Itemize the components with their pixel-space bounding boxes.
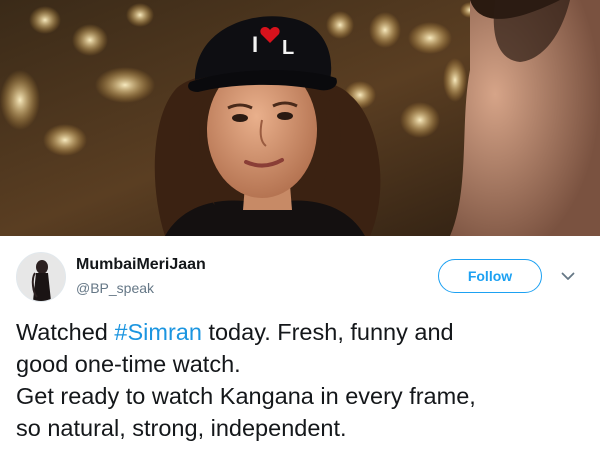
tweet-text: Watched #Simran today. Fresh, funny and … <box>16 316 591 444</box>
tweet-text-line-2: good one-time watch. <box>16 351 241 377</box>
avatar-image <box>17 253 65 301</box>
movie-still-image: I L <box>0 0 600 236</box>
user-handle[interactable]: @BP_speak <box>76 280 154 296</box>
tweet-photo[interactable]: I L <box>0 0 600 236</box>
svg-text:L: L <box>282 37 294 59</box>
tweet-card: MumbaiMeriJaan @BP_speak Follow Watched … <box>0 236 600 450</box>
tweet-text-line-1: Watched #Simran today. Fresh, funny and <box>16 316 591 348</box>
tweet-text-segment: today. Fresh, funny and <box>201 319 454 345</box>
follow-button[interactable]: Follow <box>438 259 542 293</box>
avatar[interactable] <box>16 252 66 302</box>
tweet-text-segment: Watched <box>16 319 115 345</box>
hashtag-link[interactable]: #Simran <box>114 319 202 345</box>
tweet-text-line-3: Get ready to watch Kangana in every fram… <box>16 383 476 409</box>
svg-text:I: I <box>252 32 258 57</box>
chevron-down-icon[interactable] <box>558 266 578 286</box>
display-name[interactable]: MumbaiMeriJaan <box>76 256 206 274</box>
tweet-text-line-4: so natural, strong, independent. <box>16 415 347 441</box>
